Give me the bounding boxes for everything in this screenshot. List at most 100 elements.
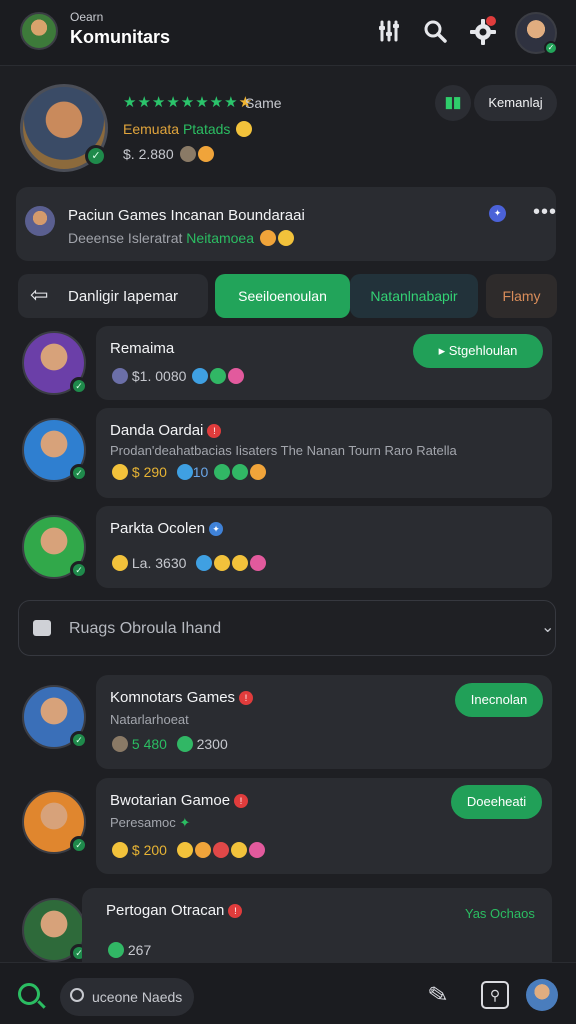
verified-badge: ✓	[70, 731, 88, 749]
info-icon: ✦	[209, 522, 224, 536]
row-name: Pertogan Otracan!	[106, 902, 243, 919]
emoji-icon	[232, 555, 249, 571]
row-meta-text: $ 200	[131, 842, 167, 858]
post-avatar[interactable]	[25, 206, 55, 236]
profile-value: $. 2.880	[123, 146, 214, 162]
emoji-icon	[228, 368, 245, 384]
rating-stars: ★★★★★★★★★	[123, 94, 254, 111]
emoji-icon	[250, 464, 267, 480]
emoji-icon	[176, 736, 193, 752]
emoji-icon	[108, 942, 124, 958]
row-avatar[interactable]: ✓	[22, 898, 88, 962]
profile-sub-green: Ptatads	[182, 121, 231, 137]
row-description: Prodan'deahatbacias Iisaters The Nanan T…	[110, 443, 457, 458]
verified-badge: ✓	[70, 464, 88, 482]
row-meta: $1. 0080	[110, 368, 245, 384]
row-desc-text: Peresamoc	[110, 815, 176, 830]
primary-button[interactable]: Inecnolan	[455, 683, 543, 717]
row-meta-text: $1. 0080	[131, 368, 187, 384]
emoji-icon	[176, 464, 193, 480]
alert-icon: !	[207, 424, 222, 438]
link-text[interactable]: Yas Ochaos	[465, 906, 535, 921]
row-meta: $ 290 10	[110, 464, 267, 480]
verified-badge: ✓	[70, 561, 88, 579]
rating-label: Same	[245, 95, 282, 111]
primary-button[interactable]: ▸ Stgehloulan	[413, 334, 543, 368]
community-avatar[interactable]	[20, 12, 58, 50]
action-pill-button[interactable]: Kemanlaj	[474, 85, 557, 121]
profile-avatar[interactable]: ✓	[20, 84, 108, 172]
emoji-icon	[230, 842, 247, 858]
row-meta-text: La. 3630	[131, 555, 187, 571]
list-item[interactable]: Parkta Ocolen ✦ La. 3630	[96, 506, 552, 588]
back-tab[interactable]: ⇦ Danligir Iapemar	[18, 274, 208, 318]
emoji-icon	[277, 230, 294, 246]
filter-icon[interactable]	[374, 18, 404, 48]
emoji-icon	[194, 842, 211, 858]
row-name-text: Danda Oardai	[110, 422, 204, 439]
user-avatar[interactable]: ✓	[515, 12, 558, 55]
page-title: Komunitars	[70, 27, 171, 47]
post-subtitle: Deeense Isleratrat Neitamoea	[68, 230, 294, 246]
row-meta: La. 3630	[110, 555, 267, 571]
more-options-icon[interactable]: •••	[533, 201, 557, 224]
signal-button[interactable]: ▮▮	[435, 85, 471, 121]
row-name: Remaima	[110, 340, 175, 357]
row-avatar[interactable]: ✓	[22, 515, 88, 579]
profile-box-icon[interactable]: ⚲	[481, 981, 509, 1009]
emoji-icon	[214, 555, 231, 571]
row-meta: $ 200	[110, 842, 265, 858]
verified-badge: ✓	[70, 377, 88, 395]
row-avatar[interactable]: ✓	[22, 418, 88, 482]
row-name: Komnotars Games!	[110, 689, 254, 706]
search-placeholder: uceone Naeds	[92, 989, 183, 1005]
emoji-icon	[192, 368, 209, 384]
emoji-icon	[259, 230, 276, 246]
globe-icon: ✦	[489, 205, 506, 222]
settings-gear-icon[interactable]	[468, 16, 498, 48]
verified-badge: ✓	[70, 836, 88, 854]
list-item[interactable]: Bwotarian Gamoe! Peresamoc ✦ $ 200 Doeeh…	[96, 778, 552, 874]
back-arrow-icon[interactable]: ⇦	[30, 282, 48, 308]
row-name: Danda Oardai!	[110, 422, 222, 439]
tab-active[interactable]: Seeiloenoulan	[215, 274, 350, 318]
row-description: Natarlarhoeat	[110, 712, 189, 727]
list-item[interactable]: Pertogan Otracan! 267 Yas Ochaos	[82, 888, 552, 962]
category-dropdown[interactable]: Ruags Obroula Ihand ⌄	[18, 600, 556, 656]
chevron-down-icon[interactable]: ⌄	[541, 617, 554, 637]
profile-sub-orange: Eemuata	[123, 121, 180, 137]
post-title: Paciun Games Incanan Boundaraai	[68, 207, 305, 224]
list-item[interactable]: Danda Oardai! Prodan'deahatbacias Iisate…	[96, 408, 552, 498]
search-icon[interactable]	[18, 983, 40, 1005]
notification-dot	[486, 16, 496, 26]
row-meta-count: 10	[192, 464, 209, 480]
post-card[interactable]: Paciun Games Incanan Boundaraai Deeense …	[16, 187, 556, 261]
search-icon[interactable]	[420, 18, 450, 48]
emoji-icon	[112, 368, 128, 384]
row-description: Peresamoc ✦	[110, 815, 190, 831]
emoji-icon	[250, 555, 267, 571]
row-meta-count: 2300	[196, 736, 228, 752]
search-input[interactable]: uceone Naeds	[60, 978, 194, 1016]
tab-second[interactable]: Natanlnabapir	[350, 274, 478, 318]
list-item[interactable]: Remaima $1. 0080 ▸ Stgehloulan	[96, 326, 552, 400]
emoji-icon	[179, 146, 196, 162]
row-name-text: Bwotarian Gamoe	[110, 792, 231, 809]
row-avatar[interactable]: ✓	[22, 790, 88, 854]
pen-icon[interactable]: ✎	[426, 979, 451, 1011]
sparkle-icon: ✦	[179, 815, 191, 830]
verified-badge: ✓	[544, 41, 558, 55]
tab-third[interactable]: Flamy	[486, 274, 557, 318]
user-avatar[interactable]	[526, 979, 558, 1011]
row-meta: 267	[106, 942, 151, 958]
row-meta-text: 267	[127, 942, 152, 958]
primary-button[interactable]: Doeeheati	[451, 785, 542, 819]
post-sub-gray: Deeense Isleratrat	[68, 230, 183, 246]
list-item[interactable]: Komnotars Games! Natarlarhoeat 5 480 230…	[96, 675, 552, 769]
button-label: Stgehloulan	[448, 343, 518, 358]
emoji-icon	[214, 464, 231, 480]
row-avatar[interactable]: ✓	[22, 685, 88, 749]
row-avatar[interactable]: ✓	[22, 331, 88, 395]
emoji-icon	[210, 368, 227, 384]
row-name-text: Pertogan Otracan	[106, 902, 225, 919]
